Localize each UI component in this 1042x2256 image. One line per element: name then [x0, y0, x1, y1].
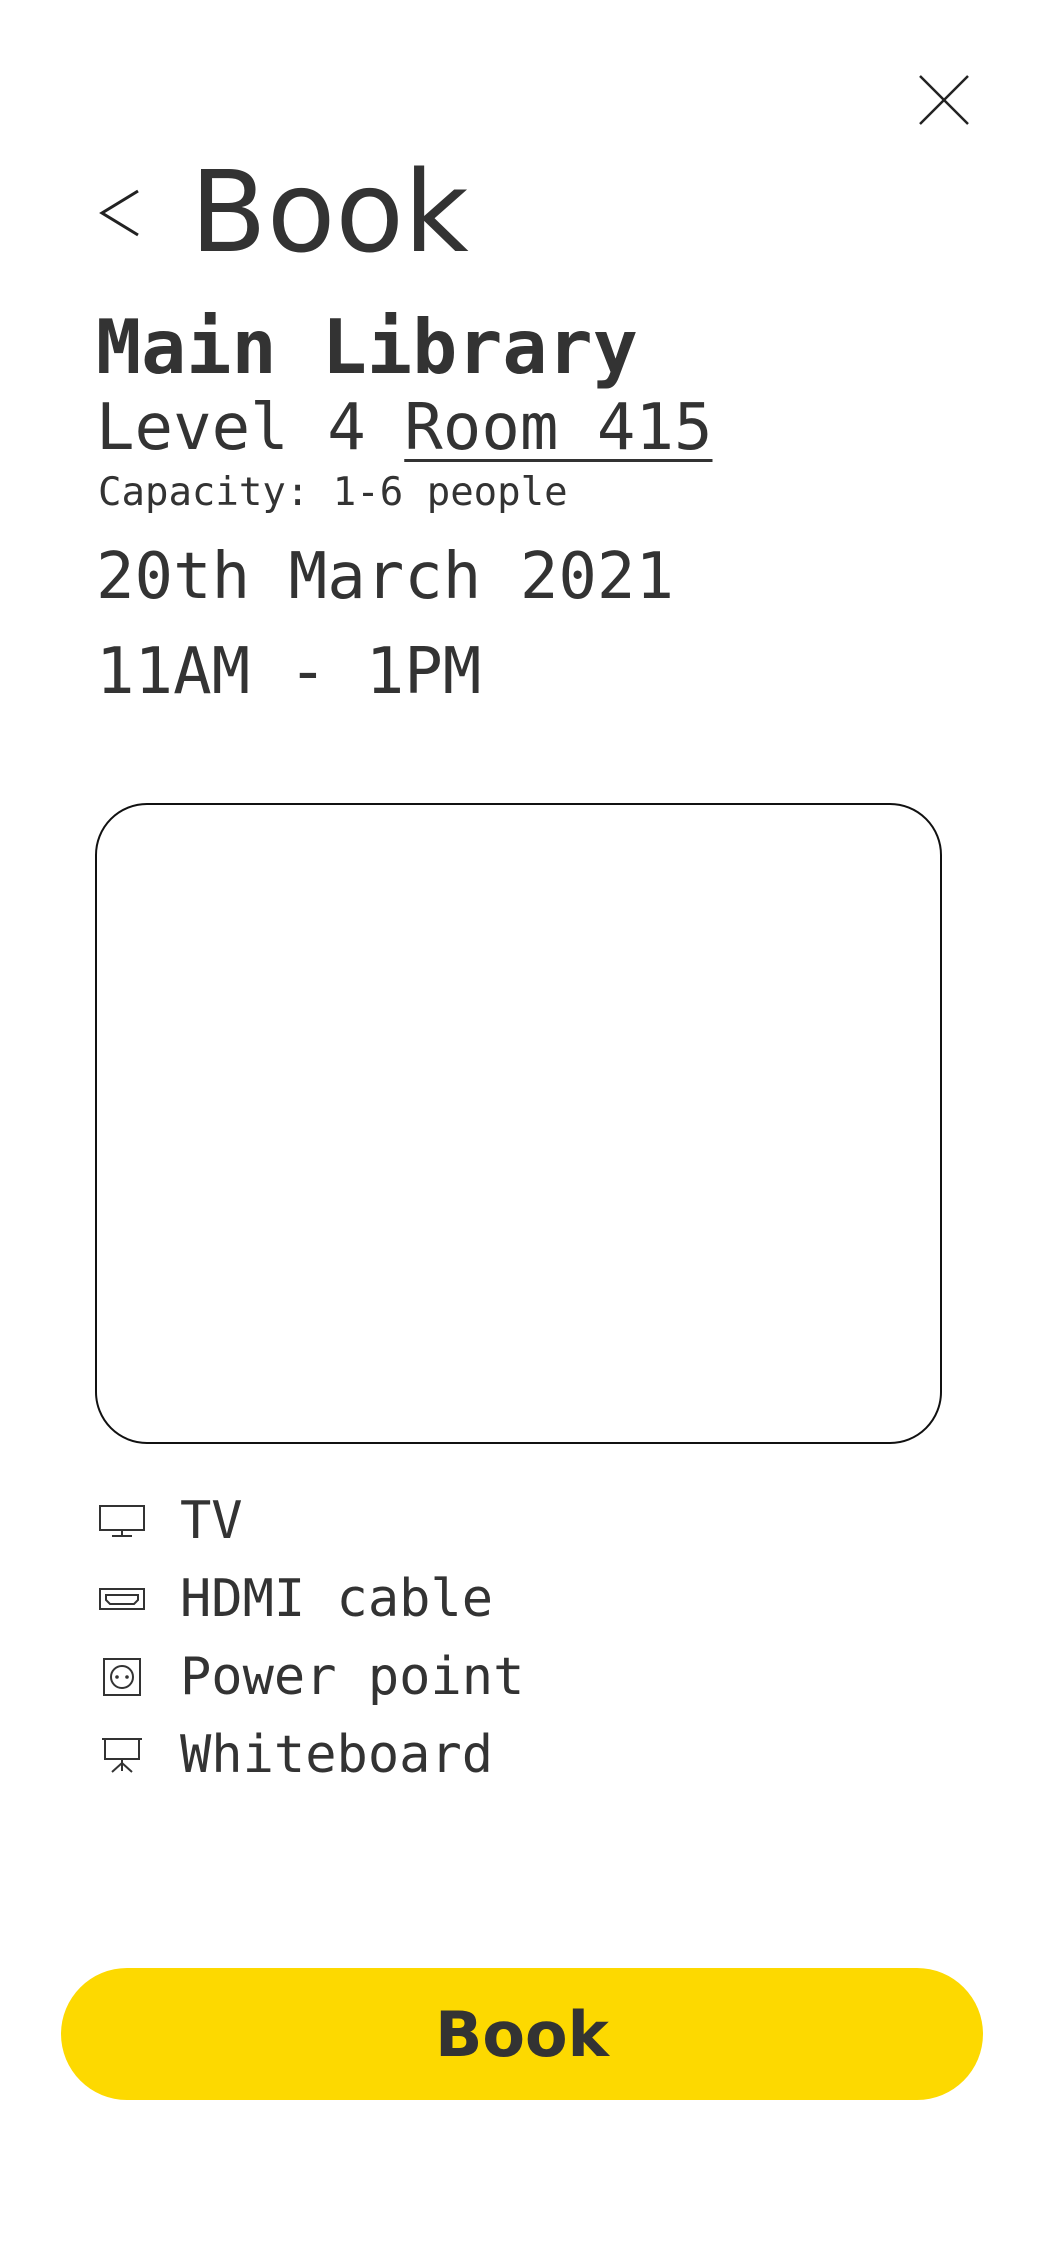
booking-time: 11AM - 1PM	[96, 635, 482, 709]
room-capacity: Capacity: 1-6 people	[98, 470, 568, 515]
book-button[interactable]: Book	[61, 1968, 983, 2100]
power-outlet-icon	[96, 1655, 148, 1699]
room-image-placeholder	[95, 803, 942, 1444]
amenity-label: Power point	[180, 1647, 525, 1707]
close-icon	[919, 75, 969, 125]
library-name: Main Library	[96, 303, 638, 391]
room-link[interactable]: Room 415	[404, 391, 712, 465]
whiteboard-icon	[96, 1733, 148, 1777]
amenity-item-hdmi: HDMI cable	[96, 1560, 524, 1638]
hdmi-icon	[96, 1577, 148, 1621]
booking-date: 20th March 2021	[96, 540, 674, 614]
tv-icon	[96, 1499, 148, 1543]
page-header: Book	[90, 148, 469, 278]
amenity-item-power: Power point	[96, 1638, 524, 1716]
page-title: Book	[190, 148, 469, 278]
amenity-label: TV	[180, 1491, 243, 1551]
chevron-left-icon	[99, 189, 139, 237]
room-location: Level 4 Room 415	[96, 388, 713, 468]
amenities-list: TV HDMI cable Power point Whiteboard	[96, 1482, 524, 1794]
room-level: Level 4	[96, 391, 366, 465]
amenity-item-tv: TV	[96, 1482, 524, 1560]
amenity-label: HDMI cable	[180, 1569, 494, 1629]
amenity-item-whiteboard: Whiteboard	[96, 1716, 524, 1794]
close-button[interactable]	[914, 70, 974, 130]
amenity-label: Whiteboard	[180, 1725, 494, 1785]
back-button[interactable]	[90, 183, 150, 243]
